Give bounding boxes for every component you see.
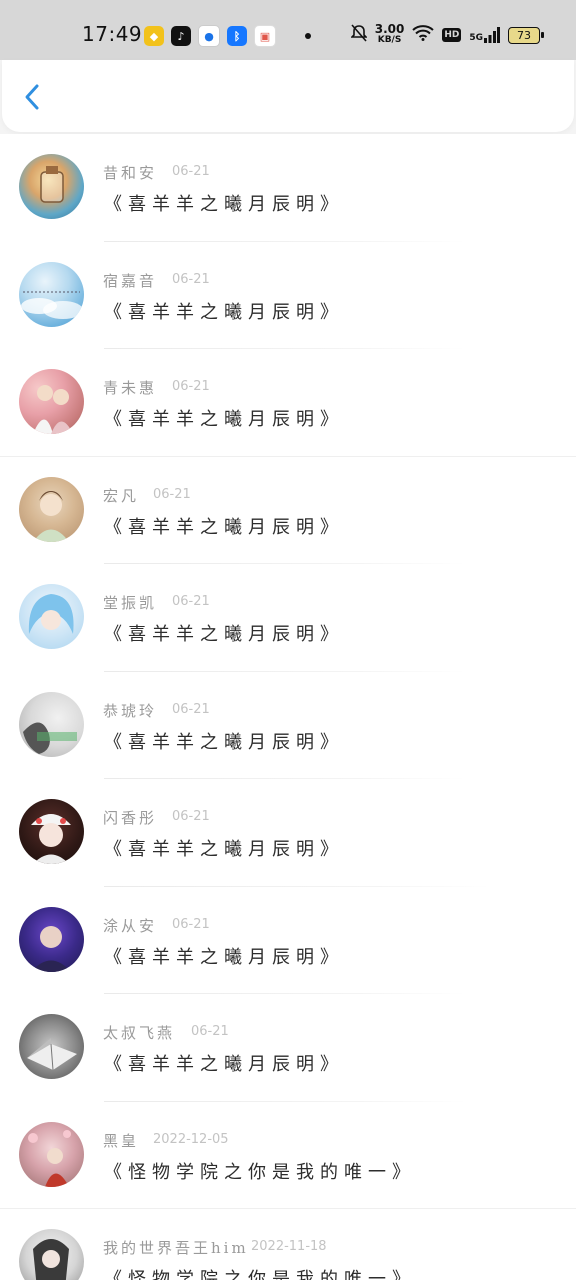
cell-signal-icon: 5G — [469, 27, 500, 43]
avatar[interactable] — [19, 476, 84, 542]
username[interactable]: 闪香彤 — [103, 807, 157, 828]
list-item[interactable]: 黑皇 2022-12-05 《怪物学院之你是我的唯一》 — [0, 1102, 576, 1209]
username[interactable]: 宏凡 — [103, 485, 139, 506]
tiktok-icon: ♪ — [171, 26, 191, 46]
book-title[interactable]: 《怪物学院之你是我的唯一》 — [104, 1158, 416, 1184]
username[interactable]: 我的世界吾王him — [103, 1237, 249, 1258]
avatar[interactable] — [19, 369, 84, 434]
date: 2022-11-18 — [251, 1239, 327, 1254]
back-button[interactable] — [18, 82, 48, 112]
app-notification-icon: ◆ — [144, 26, 164, 46]
avatar[interactable] — [19, 584, 84, 649]
list-item[interactable]: 恭琥玲 06-21 《喜羊羊之曦月辰明》 — [0, 672, 576, 779]
avatar[interactable] — [19, 906, 84, 972]
list-item[interactable]: 涂从安 06-21 《喜羊羊之曦月辰明》 — [0, 887, 576, 994]
browser-icon: ● — [198, 25, 220, 47]
date: 2022-12-05 — [153, 1131, 229, 1147]
more-notifications-dot-icon — [305, 33, 311, 39]
date: 06-21 — [172, 594, 210, 609]
avatar[interactable] — [19, 799, 84, 864]
list-item[interactable]: 昔和安 06-21 《喜羊羊之曦月辰明》 — [0, 134, 576, 242]
book-title[interactable]: 《喜羊羊之曦月辰明》 — [104, 513, 344, 539]
status-time: 17:49 — [82, 22, 143, 46]
book-title[interactable]: 《喜羊羊之曦月辰明》 — [104, 1050, 344, 1076]
username[interactable]: 涂从安 — [103, 915, 157, 936]
network-type: 5G — [469, 33, 483, 43]
game-icon: ▣ — [254, 25, 276, 47]
username[interactable]: 恭琥玲 — [103, 700, 157, 721]
top-bar — [2, 60, 574, 132]
date: 06-21 — [172, 379, 210, 394]
status-bar: 17:49 ◆ ♪ ● ᛒ ▣ 3.00 KB/S HD 5G 73 — [0, 0, 576, 60]
network-speed-unit: KB/S — [377, 35, 402, 45]
battery-level: 73 — [517, 28, 531, 42]
list-item[interactable]: 闪香彤 06-21 《喜羊羊之曦月辰明》 — [0, 779, 576, 887]
list-item[interactable]: 堂振凯 06-21 《喜羊羊之曦月辰明》 — [0, 564, 576, 672]
book-title[interactable]: 《怪物学院之你是我的唯一》 — [104, 1265, 416, 1280]
list-item[interactable]: 宿嘉音 06-21 《喜羊羊之曦月辰明》 — [0, 242, 576, 349]
date: 06-21 — [172, 271, 210, 287]
date: 06-21 — [153, 486, 191, 502]
avatar[interactable] — [19, 1014, 84, 1079]
network-speed-value: 3.00 — [374, 22, 405, 36]
date: 06-21 — [191, 1024, 229, 1039]
username[interactable]: 黑皇 — [103, 1130, 139, 1151]
book-title[interactable]: 《喜羊羊之曦月辰明》 — [104, 835, 344, 861]
avatar[interactable] — [19, 691, 84, 757]
battery-icon: 73 — [508, 26, 544, 44]
book-title[interactable]: 《喜羊羊之曦月辰明》 — [104, 728, 344, 754]
notification-icons: ◆ ♪ ● ᛒ ▣ — [144, 25, 311, 47]
status-right: 3.00 KB/S HD 5G 73 — [349, 22, 544, 46]
list-item[interactable]: 青未惠 06-21 《喜羊羊之曦月辰明》 — [0, 349, 576, 457]
username[interactable]: 堂振凯 — [103, 592, 157, 613]
avatar[interactable] — [19, 1121, 84, 1187]
avatar[interactable] — [19, 154, 84, 219]
book-title[interactable]: 《喜羊羊之曦月辰明》 — [104, 943, 344, 969]
bluetooth-app-icon: ᛒ — [227, 26, 247, 46]
avatar[interactable] — [19, 261, 84, 327]
date: 06-21 — [172, 916, 210, 932]
username[interactable]: 青未惠 — [103, 377, 157, 398]
book-title[interactable]: 《喜羊羊之曦月辰明》 — [104, 620, 344, 646]
comment-list: 昔和安 06-21 《喜羊羊之曦月辰明》 宿嘉音 06-21 《喜羊羊之曦月辰明… — [0, 134, 576, 1280]
mute-bell-icon — [349, 24, 368, 46]
wifi-icon — [412, 25, 434, 45]
network-speed: 3.00 KB/S — [374, 22, 405, 45]
username[interactable]: 太叔飞燕 — [103, 1022, 175, 1043]
date: 06-21 — [172, 809, 210, 824]
list-item[interactable]: 宏凡 06-21 《喜羊羊之曦月辰明》 — [0, 457, 576, 564]
list-item[interactable]: 太叔飞燕 06-21 《喜羊羊之曦月辰明》 — [0, 994, 576, 1102]
date: 06-21 — [172, 701, 210, 717]
username[interactable]: 昔和安 — [103, 162, 157, 183]
book-title[interactable]: 《喜羊羊之曦月辰明》 — [104, 298, 344, 324]
book-title[interactable]: 《喜羊羊之曦月辰明》 — [104, 190, 344, 216]
username[interactable]: 宿嘉音 — [103, 270, 157, 291]
hd-badge: HD — [442, 28, 462, 42]
avatar[interactable] — [19, 1229, 84, 1280]
book-title[interactable]: 《喜羊羊之曦月辰明》 — [104, 405, 344, 431]
date: 06-21 — [172, 164, 210, 179]
chevron-left-icon — [25, 84, 39, 110]
list-item[interactable]: 我的世界吾王him 2022-11-18 《怪物学院之你是我的唯一》 — [0, 1209, 576, 1280]
